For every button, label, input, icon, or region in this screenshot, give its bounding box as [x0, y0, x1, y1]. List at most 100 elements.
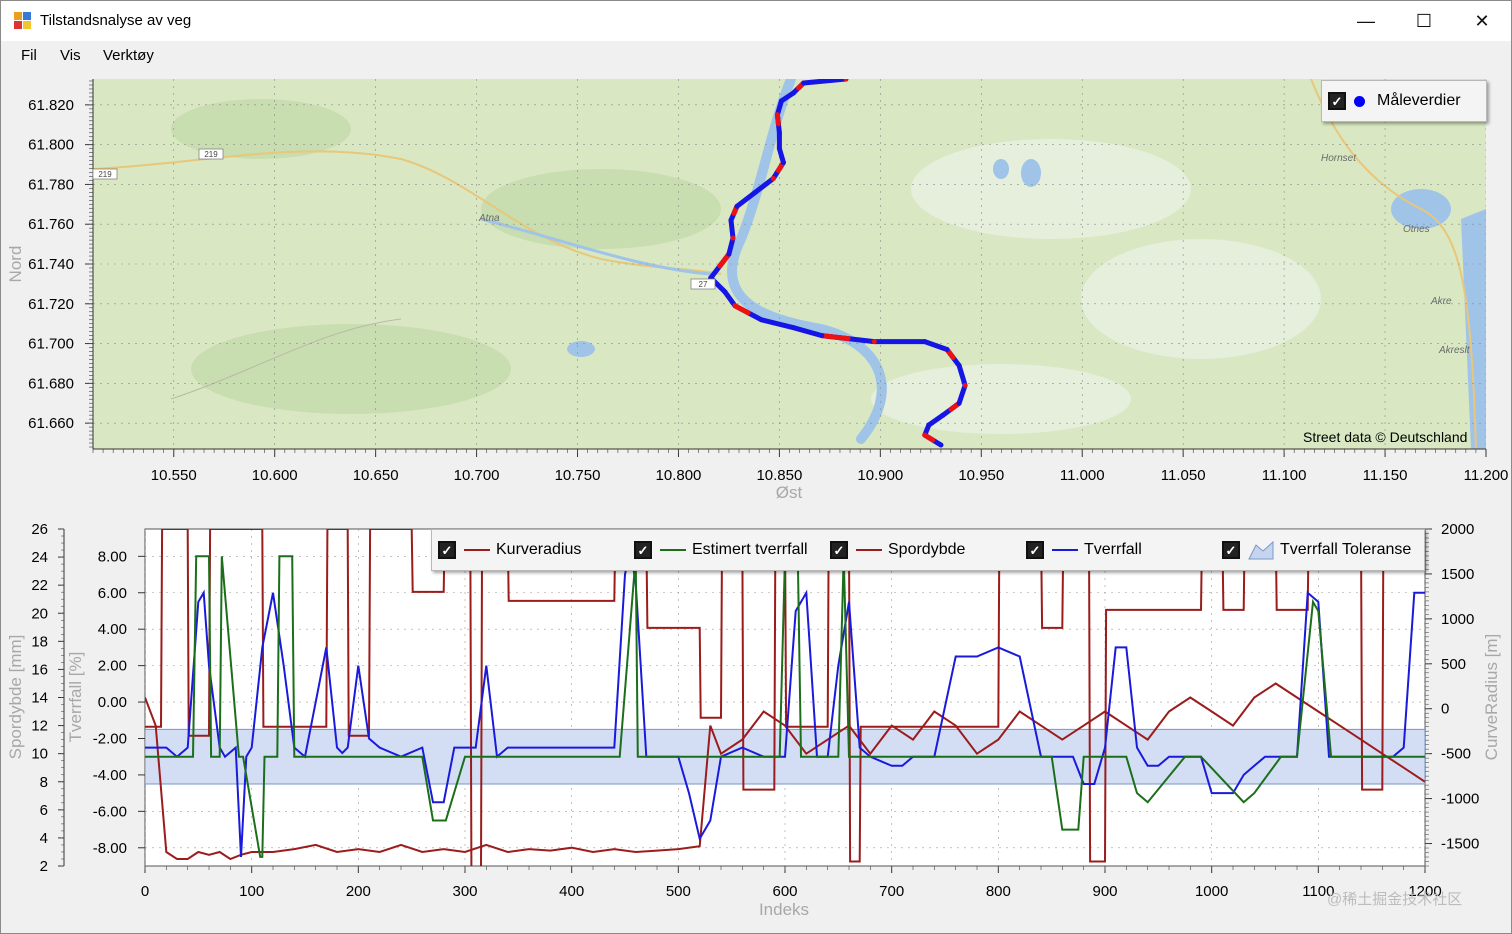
- spordybde-tick-label: 14: [31, 690, 48, 707]
- plot-x-tick-label: 400: [559, 883, 584, 900]
- track-segment: [819, 333, 851, 342]
- plot-x-tick-label: 600: [772, 883, 797, 900]
- checkbox-checked-icon[interactable]: ✓: [438, 541, 456, 559]
- app-window: Tilstandsnalyse av veg — ☐ ✕ Fil Vis Ver…: [0, 0, 1512, 934]
- spordybde-tick-label: 12: [31, 718, 48, 735]
- legend-label: Tverrfall: [1084, 541, 1142, 558]
- map-x-axis-label: Øst: [776, 483, 803, 502]
- map-x-tick-label: 10.900: [857, 467, 903, 484]
- radius-tick-label: 0: [1441, 701, 1449, 718]
- map-x-tick-label: 10.550: [151, 467, 197, 484]
- map-y-tick-label: 61.740: [28, 256, 74, 273]
- maximize-button[interactable]: ☐: [1395, 1, 1453, 41]
- track-point: [871, 339, 877, 345]
- map-place-label: Otnes: [1403, 224, 1430, 235]
- plot-x-tick-label: 0: [141, 883, 149, 900]
- tverrfall-tick-label: 0.00: [98, 694, 127, 711]
- spordybde-tick-label: 24: [31, 549, 48, 566]
- checkbox-checked-icon[interactable]: ✓: [1328, 92, 1346, 110]
- line-swatch-icon: [856, 549, 882, 551]
- legend-item-maleverdier[interactable]: ✓ Måleverdier: [1328, 81, 1461, 121]
- track-point: [722, 289, 728, 295]
- watermark: @稀土掘金技术社区: [1327, 891, 1463, 908]
- spordybde-tick-label: 22: [31, 577, 48, 594]
- track-point: [780, 160, 786, 166]
- track-point: [730, 235, 736, 241]
- track-point: [962, 382, 968, 388]
- map-x-tick-label: 10.650: [353, 467, 399, 484]
- map-panel[interactable]: 10.550 10.600 10.650 10.700 10.750 10.800 10.8…: [6, 77, 1508, 503]
- track-point: [926, 422, 932, 428]
- plot-x-tick-label: 900: [1092, 883, 1117, 900]
- map-place-label: Atna: [478, 213, 500, 224]
- track-point: [776, 146, 782, 152]
- line-swatch-icon: [464, 549, 490, 551]
- legend-item-tverrfall[interactable]: ✓ Tverrfall: [1026, 530, 1142, 570]
- menu-view[interactable]: Vis: [60, 47, 81, 64]
- track-point: [734, 203, 740, 209]
- map-x-tick-label: 10.950: [958, 467, 1004, 484]
- track-point: [776, 130, 782, 136]
- track-point: [922, 432, 928, 438]
- legend-label: Kurveradius: [496, 541, 582, 558]
- legend-label: Måleverdier: [1377, 92, 1461, 109]
- checkbox-checked-icon[interactable]: ✓: [1026, 541, 1044, 559]
- tverrfall-tick-label: -6.00: [93, 803, 127, 820]
- map-attribution: Street data © Deutschland: [1303, 429, 1467, 445]
- line-swatch-icon: [1052, 549, 1078, 551]
- map-x-tick-label: 11.000: [1060, 467, 1105, 484]
- legend-item-kurveradius[interactable]: ✓ Kurveradius: [438, 530, 581, 570]
- analysis-legend: ✓ Kurveradius ✓ Estimert tverrfall ✓ Spo…: [431, 529, 1425, 571]
- track-point: [791, 325, 797, 331]
- menu-bar: Fil Vis Verktøy: [1, 41, 1511, 69]
- track-point: [774, 112, 780, 118]
- radius-tick-label: 1000: [1441, 611, 1474, 628]
- track-point: [778, 98, 784, 104]
- map-y-tick-label: 61.700: [28, 336, 74, 353]
- minimize-button[interactable]: —: [1337, 1, 1395, 41]
- track-point: [770, 175, 776, 181]
- spordybde-tick-label: 10: [31, 746, 48, 763]
- line-swatch-icon: [660, 549, 686, 551]
- spordybde-tick-label: 18: [31, 633, 48, 650]
- track-point: [752, 189, 758, 195]
- map-place-label: Hornset: [1321, 153, 1357, 164]
- legend-item-tverrfall-toleranse[interactable]: ✓ Tverrfall Toleranse: [1222, 530, 1411, 570]
- track-point: [732, 303, 738, 309]
- map-x-tick-label: 11.050: [1161, 467, 1206, 484]
- track-point: [726, 251, 732, 257]
- map-y-tick-label: 61.760: [28, 216, 74, 233]
- tverrfall-tick-label: 8.00: [98, 548, 127, 565]
- track-point: [940, 412, 946, 418]
- menu-tools[interactable]: Verktøy: [103, 47, 154, 64]
- legend-label: Tverrfall Toleranse: [1280, 541, 1412, 558]
- close-button[interactable]: ✕: [1453, 1, 1511, 41]
- checkbox-checked-icon[interactable]: ✓: [830, 541, 848, 559]
- legend-item-estimert-tverrfall[interactable]: ✓ Estimert tverrfall: [634, 530, 808, 570]
- plot-x-tick-label: 800: [986, 883, 1011, 900]
- road-shield-label: 219: [204, 150, 218, 159]
- map-x-tick-label: 10.800: [656, 467, 702, 484]
- legend-item-spordybde[interactable]: ✓ Spordybde: [830, 530, 965, 570]
- track-point: [843, 79, 849, 82]
- track-point: [791, 90, 797, 96]
- map-x-tick-label: 11.150: [1363, 467, 1408, 484]
- track-point: [819, 333, 825, 339]
- track-point: [944, 347, 950, 353]
- track-point: [758, 317, 764, 323]
- tverrfall-tick-label: 6.00: [98, 585, 127, 602]
- map-x-tick-label: 10.750: [555, 467, 601, 484]
- menu-file[interactable]: Fil: [21, 47, 37, 64]
- checkbox-checked-icon[interactable]: ✓: [634, 541, 652, 559]
- map-x-tick-label: 10.850: [756, 467, 802, 484]
- track-point: [728, 217, 734, 223]
- map-x-tick-label: 10.600: [252, 467, 298, 484]
- area-swatch-icon: [1248, 540, 1274, 560]
- analysis-chart[interactable]: 0 100 200 300 400 500 600 700 800 900 1000 1100 1200…: [6, 521, 1501, 919]
- plot-x-tick-label: 100: [239, 883, 264, 900]
- charts-canvas: 10.550 10.600 10.650 10.700 10.750 10.800 10.8…: [6, 77, 1508, 919]
- road-shield-label: 27: [699, 280, 708, 289]
- checkbox-checked-icon[interactable]: ✓: [1222, 541, 1240, 559]
- track-point: [938, 442, 944, 448]
- spordybde-tick-label: 4: [40, 830, 48, 847]
